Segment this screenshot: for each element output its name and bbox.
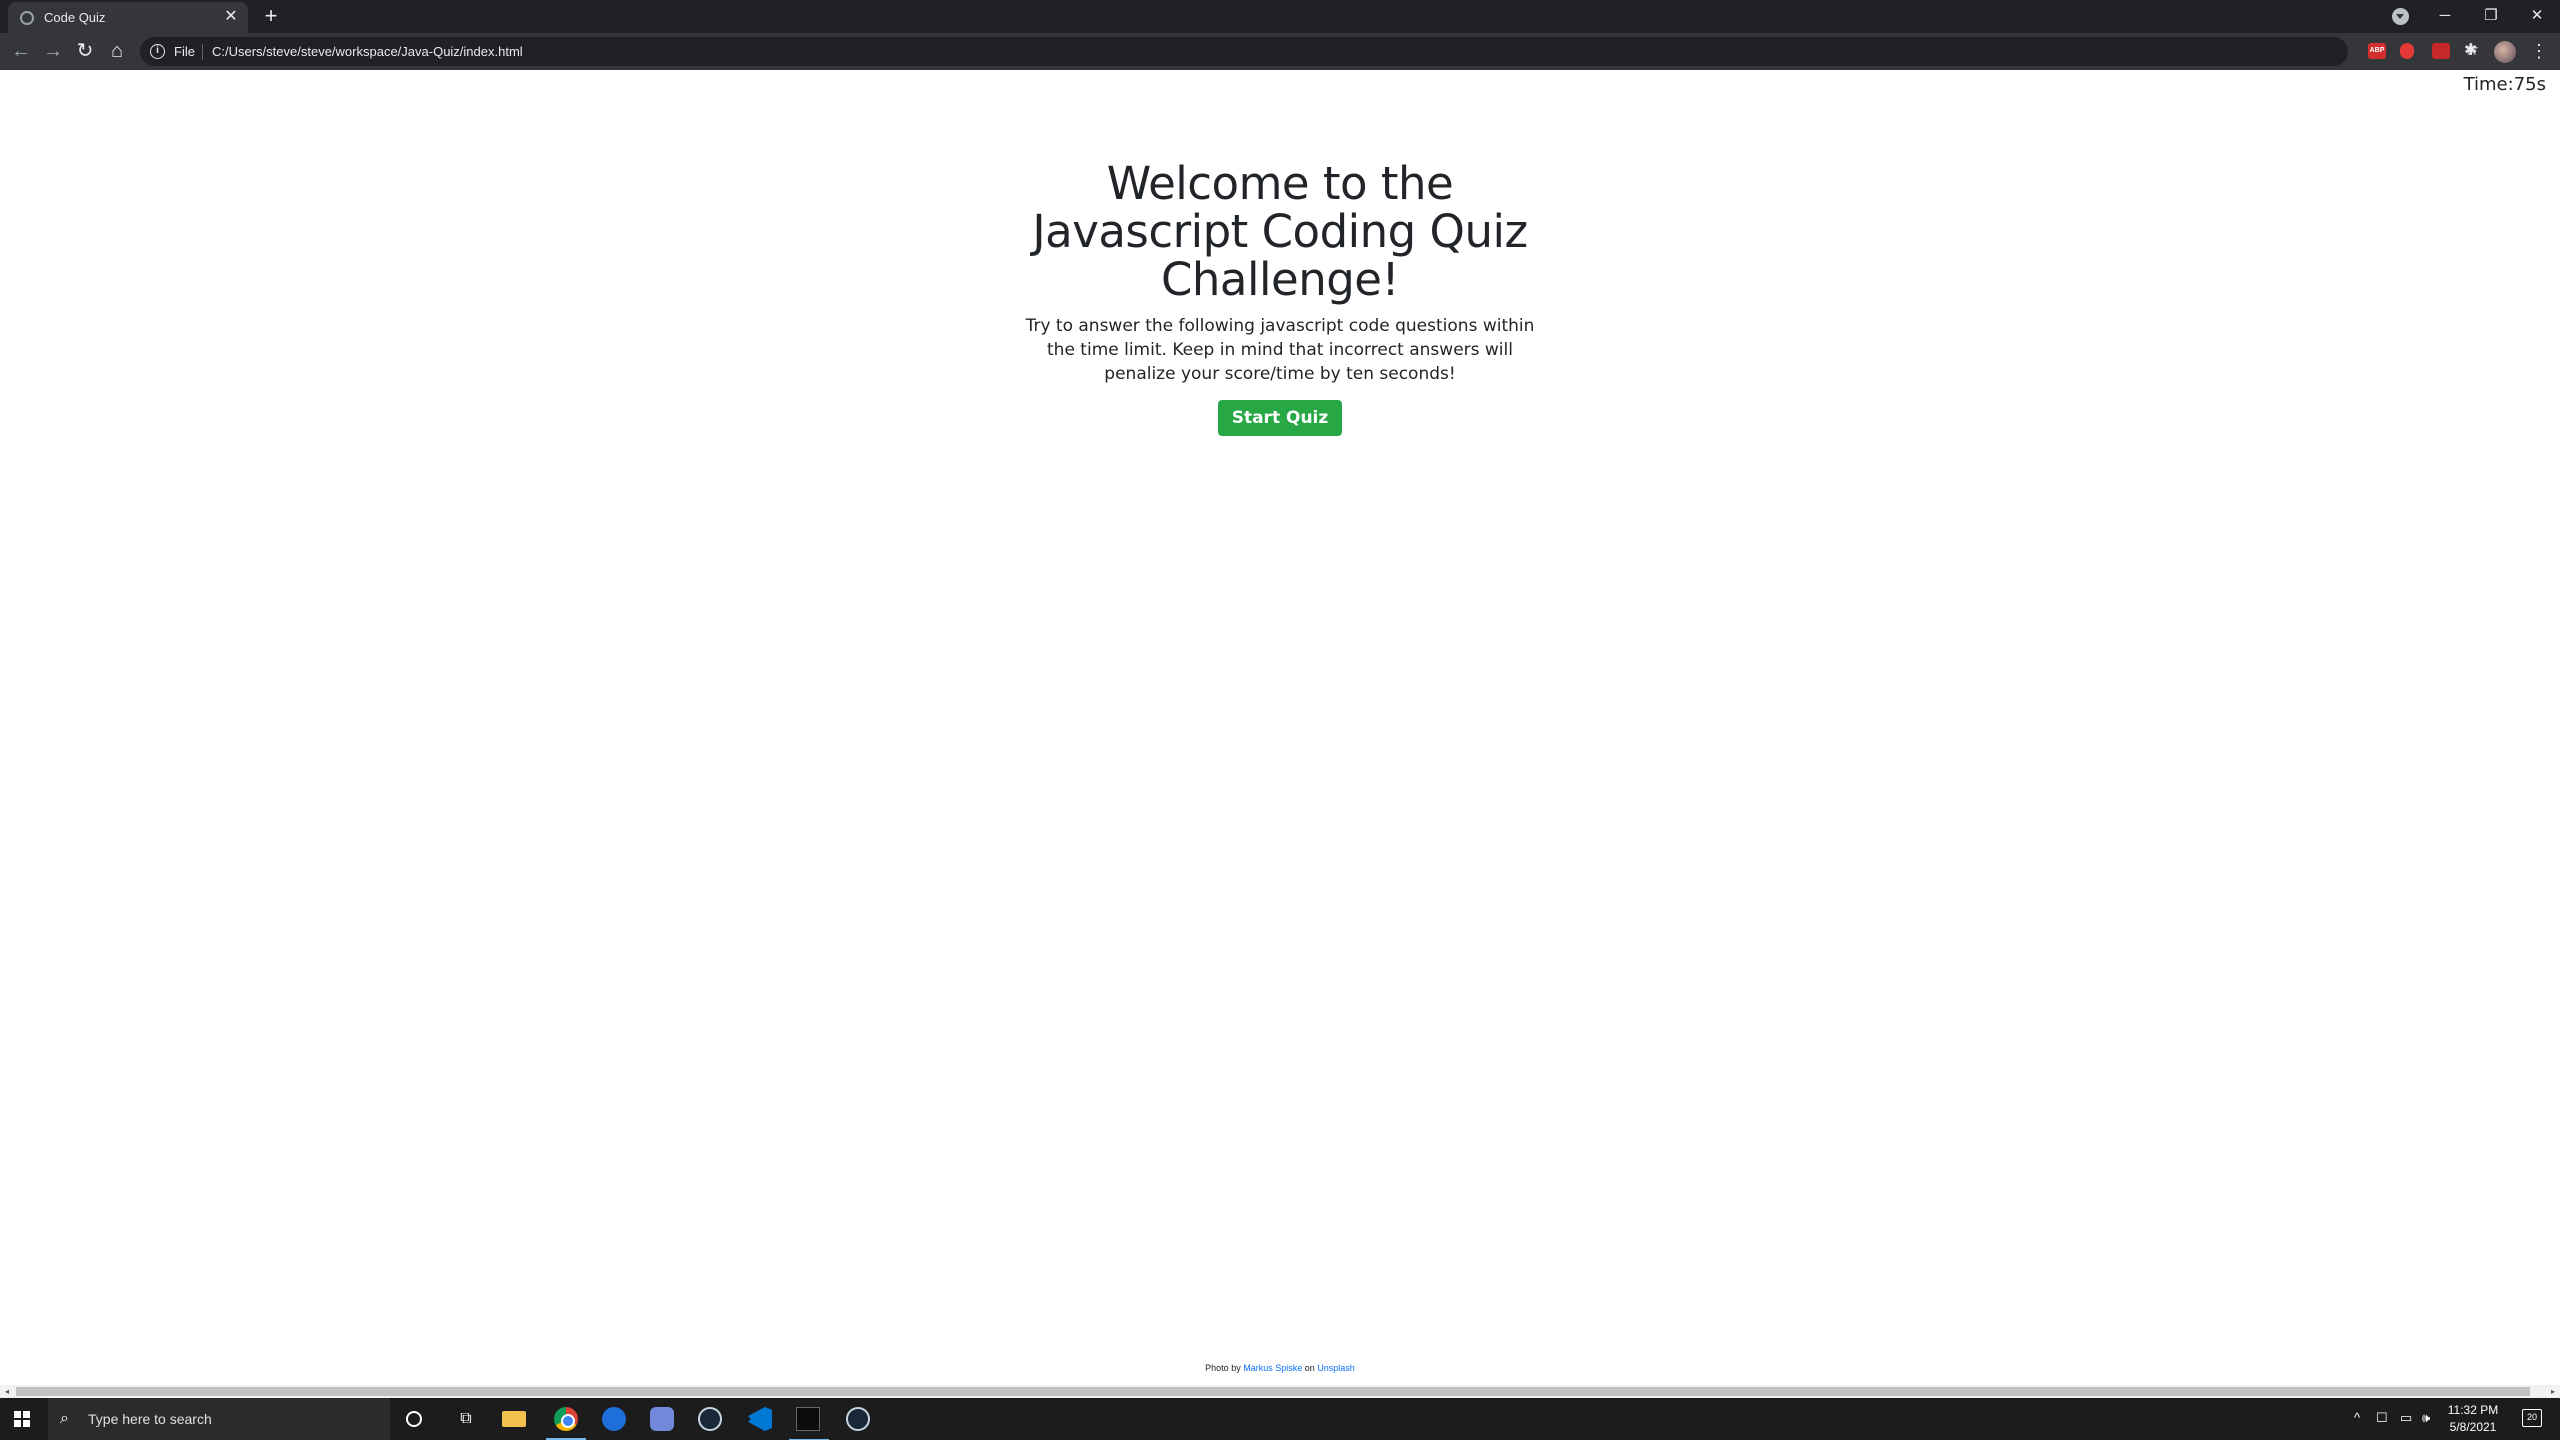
credit-middle: on <box>1304 1363 1315 1373</box>
credit-author-link[interactable]: Markus Spiske <box>1243 1363 1302 1373</box>
avatar[interactable] <box>2494 41 2516 63</box>
network-icon[interactable]: ▭ <box>2400 1410 2412 1426</box>
page-content: Time:75s Welcome to the Javascript Codin… <box>0 70 2560 1385</box>
windows-start-icon[interactable] <box>14 1411 30 1427</box>
clock-date: 5/8/2021 <box>2449 1420 2497 1434</box>
scrollbar-thumb[interactable] <box>16 1387 2530 1396</box>
tray-device-icon[interactable]: ☐ <box>2376 1410 2388 1426</box>
vscode-icon[interactable] <box>748 1407 772 1431</box>
discord-icon[interactable] <box>650 1407 674 1431</box>
address-bar[interactable]: i File C:/Users/steve/steve/workspace/Ja… <box>140 37 2479 66</box>
tray-overflow-icon[interactable]: ^ <box>2354 1410 2360 1425</box>
taskbar-search-input[interactable]: ⌕ Type here to search <box>48 1398 390 1440</box>
search-placeholder: Type here to search <box>88 1411 212 1427</box>
photo-credit: Photo by Markus Spiske on Unsplash <box>0 1363 2560 1373</box>
back-button[interactable]: ← <box>9 40 33 64</box>
home-button[interactable]: ⌂ <box>105 40 129 64</box>
search-icon: ⌕ <box>60 1410 69 1427</box>
scheme-label: File <box>174 44 195 59</box>
clock-time: 11:32 PM <box>2447 1403 2499 1417</box>
adblock-extension-icon[interactable]: ABP <box>2368 43 2386 59</box>
intro-text: Try to answer the following javascript c… <box>1025 316 1535 384</box>
new-tab-button[interactable]: + <box>260 5 282 27</box>
timer-value: 75s <box>2513 74 2546 95</box>
steam-icon[interactable] <box>698 1407 722 1431</box>
forward-button[interactable]: → <box>41 40 65 64</box>
tab-close-icon[interactable]: ✕ <box>222 8 240 26</box>
chrome-icon[interactable] <box>546 1407 586 1440</box>
page-title: Welcome to the Javascript Coding Quiz Ch… <box>1032 157 1528 306</box>
browser-toolbar: ← → ↻ ⌂ i File C:/Users/steve/steve/work… <box>0 33 2560 70</box>
tab-title: Code Quiz <box>44 10 106 25</box>
timer-label: Time: <box>2463 74 2514 95</box>
scroll-left-icon[interactable]: ◂ <box>0 1385 14 1398</box>
file-explorer-icon[interactable] <box>502 1411 526 1427</box>
close-window-button[interactable]: ✕ <box>2522 4 2552 28</box>
notification-center-icon[interactable]: 20 <box>2522 1409 2542 1427</box>
cortana-icon[interactable] <box>406 1411 422 1427</box>
globe-icon <box>20 11 34 25</box>
task-view-icon[interactable]: ⧉ <box>454 1407 478 1431</box>
restore-button[interactable]: ❐ <box>2476 4 2506 28</box>
address-separator <box>202 44 203 60</box>
horizontal-scrollbar[interactable]: ◂ ▸ <box>0 1385 2560 1398</box>
timer: Time:75s <box>2464 74 2546 95</box>
app-icon[interactable] <box>602 1407 626 1431</box>
system-clock[interactable]: 11:32 PM 5/8/2021 <box>2444 1402 2502 1436</box>
kebab-menu-icon[interactable]: ⋮ <box>2530 40 2548 62</box>
credit-prefix: Photo by <box>1205 1363 1241 1373</box>
quiz-intro: Welcome to the Javascript Coding Quiz Ch… <box>1010 160 1550 436</box>
url-text[interactable]: C:/Users/steve/steve/workspace/Java-Quiz… <box>212 44 523 59</box>
volume-icon[interactable]: 🕪 <box>2422 1410 2430 1426</box>
minimize-button[interactable]: ─ <box>2430 4 2460 28</box>
windows-taskbar: ⌕ Type here to search ⧉ ^ ☐ ▭ 🕪 11:32 PM… <box>0 1398 2560 1440</box>
tab-code-quiz[interactable]: Code Quiz ✕ <box>8 2 248 33</box>
site-info-icon[interactable]: i <box>150 44 165 59</box>
profile-menu-icon[interactable] <box>2392 8 2409 25</box>
credit-site-link[interactable]: Unsplash <box>1317 1363 1355 1373</box>
puzzle-icon[interactable]: ✱ <box>2464 43 2482 59</box>
start-quiz-button[interactable]: Start Quiz <box>1217 400 1343 436</box>
terminal-icon[interactable] <box>789 1407 829 1440</box>
screen: Code Quiz ✕ + ─ ❐ ✕ ← → ↻ ⌂ i File C:/Us… <box>0 0 2560 1440</box>
steam-app-icon[interactable] <box>846 1407 870 1431</box>
red-shield-extension-icon[interactable] <box>2400 43 2414 59</box>
scroll-right-icon[interactable]: ▸ <box>2546 1385 2560 1398</box>
reload-button[interactable]: ↻ <box>73 40 97 64</box>
browser-tab-bar: Code Quiz ✕ + ─ ❐ ✕ <box>0 0 2560 33</box>
mail-extension-icon[interactable] <box>2432 43 2450 59</box>
